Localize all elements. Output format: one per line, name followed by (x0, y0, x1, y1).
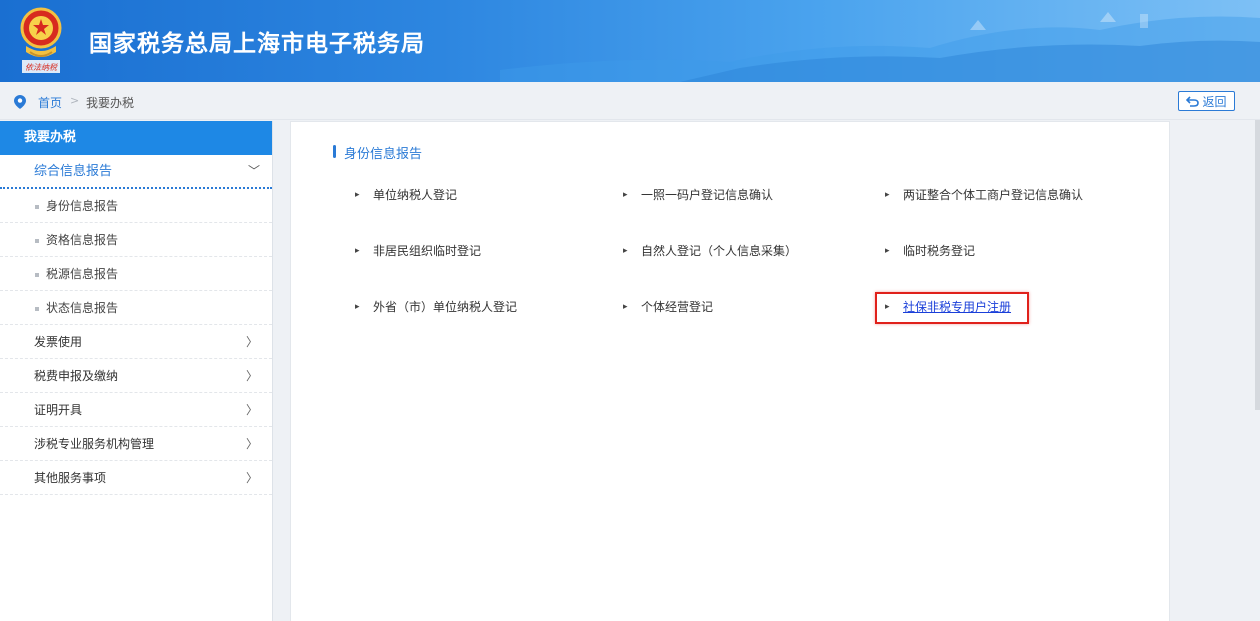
link-individual-business-confirmation[interactable]: 两证整合个体工商户登记信息确认 (863, 186, 1083, 204)
sidebar-subitem-tax-source[interactable]: 税源信息报告 (0, 257, 272, 291)
link-label: 两证整合个体工商户登记信息确认 (903, 188, 1084, 202)
sidebar-group-comprehensive-info[interactable]: 综合信息报告 ﹀ (0, 155, 272, 189)
sidebar-item-label: 发票使用 (34, 335, 83, 349)
sidebar-nav: 我要办税 综合信息报告 ﹀ 身份信息报告 资格信息报告 税源信息报告 状态信息报… (0, 121, 273, 621)
breadcrumb-home-link[interactable]: 首页 (38, 94, 62, 111)
link-label: 一照一码户登记信息确认 (641, 188, 774, 202)
sidebar-group-label: 综合信息报告 (34, 164, 113, 179)
sidebar-subitem-identity[interactable]: 身份信息报告 (0, 189, 272, 223)
sidebar-item-label: 其他服务事项 (34, 471, 107, 485)
highlight-box (875, 292, 1029, 324)
sidebar-item-label: 证明开具 (34, 403, 83, 417)
bullet-arrow-icon (333, 298, 373, 316)
link-one-license-confirmation[interactable]: 一照一码户登记信息确认 (601, 186, 773, 204)
link-label: 外省（市）单位纳税人登记 (373, 300, 518, 314)
breadcrumb-separator: > (70, 94, 80, 107)
bullet-arrow-icon (863, 186, 903, 204)
sidebar-item-label: 税费申报及缴纳 (34, 369, 119, 383)
bullet-arrow-icon (601, 186, 641, 204)
link-unit-taxpayer-registration[interactable]: 单位纳税人登记 (333, 186, 457, 204)
link-label: 自然人登记（个人信息采集） (641, 244, 798, 258)
great-wall-banner-image (500, 12, 1260, 82)
chevron-right-icon: 〉 (245, 471, 258, 485)
bullet-arrow-icon (333, 186, 373, 204)
breadcrumb-current: 我要办税 (86, 96, 135, 110)
bullet-arrow-icon (863, 242, 903, 260)
site-header: 依法纳税 国家税务总局上海市电子税务局 (0, 0, 1260, 82)
site-title: 国家税务总局上海市电子税务局 (89, 31, 425, 57)
sidebar-item-tax-filing[interactable]: 税费申报及缴纳 〉 (0, 359, 272, 393)
section-title: 身份信息报告 (333, 143, 422, 162)
svg-text:依法纳税: 依法纳税 (25, 63, 58, 72)
link-label: 非居民组织临时登记 (373, 244, 482, 258)
sidebar-item-agency-management[interactable]: 涉税专业服务机构管理 〉 (0, 427, 272, 461)
sidebar-item-certificate[interactable]: 证明开具 〉 (0, 393, 272, 427)
tax-emblem-logo: 依法纳税 (20, 7, 62, 73)
chevron-right-icon: 〉 (245, 403, 258, 417)
link-individual-business-registration[interactable]: 个体经营登记 (601, 298, 713, 316)
return-arrow-icon (1186, 95, 1200, 107)
breadcrumb: 首页 > 我要办税 (0, 82, 1260, 120)
chevron-right-icon: 〉 (245, 369, 258, 383)
page-scrollbar[interactable] (1255, 120, 1260, 410)
back-button-label: 返回 (1202, 94, 1227, 109)
back-button[interactable]: 返回 (1178, 91, 1235, 111)
link-label: 临时税务登记 (903, 244, 976, 258)
bullet-arrow-icon (333, 242, 373, 260)
sidebar-subitem-qualification[interactable]: 资格信息报告 (0, 223, 272, 257)
chevron-right-icon: 〉 (245, 335, 258, 349)
link-out-of-province-registration[interactable]: 外省（市）单位纳税人登记 (333, 298, 517, 316)
sidebar-subitem-status[interactable]: 状态信息报告 (0, 291, 272, 325)
link-label: 单位纳税人登记 (373, 188, 458, 202)
link-temporary-registration[interactable]: 临时税务登记 (863, 242, 975, 260)
sidebar-heading: 我要办税 (0, 121, 272, 155)
sidebar-item-label: 涉税专业服务机构管理 (34, 437, 155, 451)
bullet-arrow-icon (601, 242, 641, 260)
bullet-arrow-icon (601, 298, 641, 316)
sidebar-item-other-services[interactable]: 其他服务事项 〉 (0, 461, 272, 495)
link-label: 个体经营登记 (641, 300, 714, 314)
chevron-right-icon: 〉 (245, 437, 258, 451)
chevron-down-icon: ﹀ (247, 164, 260, 178)
location-pin-icon (14, 95, 26, 109)
link-natural-person-registration[interactable]: 自然人登记（个人信息采集） (601, 242, 797, 260)
sidebar-item-invoice[interactable]: 发票使用 〉 (0, 325, 272, 359)
link-nonresident-registration[interactable]: 非居民组织临时登记 (333, 242, 481, 260)
main-panel: 身份信息报告 单位纳税人登记 一照一码户登记信息确认 两证整合个体工商户登记信息… (290, 121, 1170, 621)
